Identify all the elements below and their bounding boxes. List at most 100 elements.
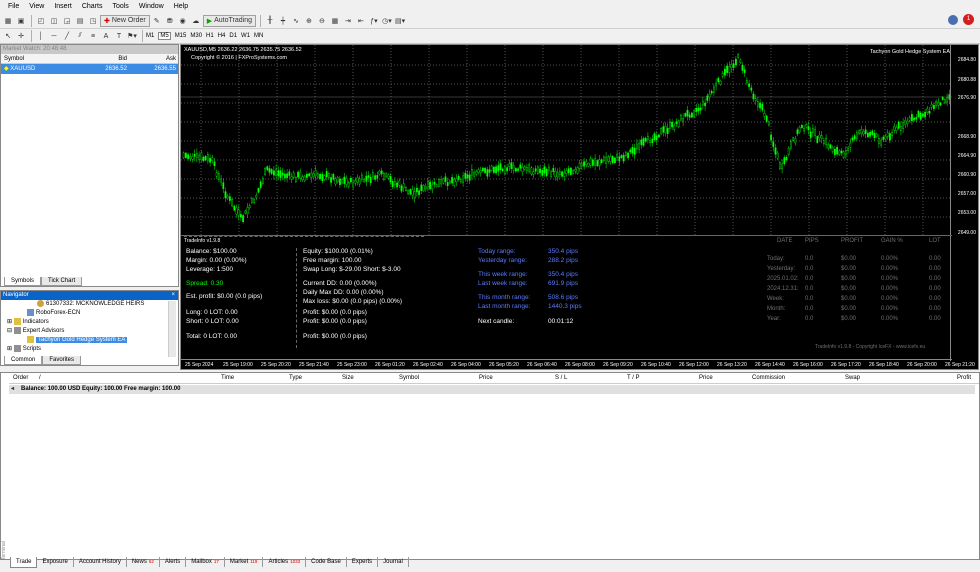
navigator-icon[interactable]: ◲ — [61, 15, 73, 27]
label-icon[interactable]: T — [113, 30, 125, 42]
col-ask[interactable]: Ask — [129, 54, 178, 63]
tab-mailbox[interactable]: Mailbox 17 — [186, 557, 225, 567]
tab-common[interactable]: Common — [4, 356, 43, 365]
menu-window[interactable]: Window — [139, 3, 164, 10]
candle — [231, 199, 234, 207]
tab-favorites[interactable]: Favorites — [42, 356, 82, 365]
nav-server[interactable]: RoboForex-ECN — [1, 309, 178, 318]
col-profit[interactable]: Profit — [957, 373, 971, 384]
chart-shift-icon[interactable]: ⇤ — [355, 15, 367, 27]
zoom-out-icon[interactable]: ⊖ — [316, 15, 328, 27]
tab-journal[interactable]: Journal — [378, 557, 409, 567]
chart-window[interactable]: XAUUSD,M5 2636.22 2636.75 2635.75 2636.5… — [180, 44, 979, 370]
zoom-in-icon[interactable]: ⊕ — [303, 15, 315, 27]
crosshair-icon[interactable]: ✛ — [15, 30, 27, 42]
navigator-scrollbar[interactable] — [168, 301, 176, 357]
candle — [204, 156, 207, 161]
channel-icon[interactable]: ⫽ — [74, 30, 86, 42]
vps-icon[interactable]: ☁ — [190, 15, 202, 27]
col-symbol[interactable]: Symbol — [1, 54, 81, 63]
col-type[interactable]: Type — [289, 373, 302, 384]
terminal-icon[interactable]: ▤ — [74, 15, 86, 27]
close-icon[interactable]: × — [171, 291, 178, 300]
new-order-button[interactable]: ✚ New Order — [100, 14, 150, 27]
candlestick-chart[interactable] — [181, 45, 952, 235]
tf-d1[interactable]: D1 — [229, 33, 237, 39]
nav-scripts[interactable]: ⊞ Scripts — [1, 345, 178, 354]
data-window-icon[interactable]: ◫ — [48, 15, 60, 27]
cursor-icon[interactable]: ↖ — [2, 30, 14, 42]
tab-trade[interactable]: Trade — [10, 556, 38, 568]
line-chart-icon[interactable]: ∿ — [290, 15, 302, 27]
metaeditor-icon[interactable]: ✎ — [151, 15, 163, 27]
periods-icon[interactable]: ◷▾ — [381, 15, 393, 27]
tab-tick-chart[interactable]: Tick Chart — [41, 277, 83, 286]
col-sort[interactable]: / — [39, 373, 41, 384]
tf-m15[interactable]: M15 — [175, 33, 187, 39]
col-symbol[interactable]: Symbol — [399, 373, 419, 384]
nav-ea-item[interactable]: Tachyon Gold Hedge System EA — [1, 336, 178, 345]
tab-symbols[interactable]: Symbols — [4, 277, 42, 286]
tf-h1[interactable]: H1 — [206, 33, 214, 39]
candlestick-icon[interactable]: ┿ — [277, 15, 289, 27]
time-scale[interactable]: 25 Sep 2024 25 Sep 19:00 25 Sep 20:20 25 Se… — [181, 359, 975, 369]
tf-mn[interactable]: MN — [254, 33, 263, 39]
tf-m5[interactable]: M5 — [158, 32, 171, 40]
tile-icon[interactable]: ▦ — [329, 15, 341, 27]
col-swap[interactable]: Swap — [845, 373, 860, 384]
col-price2[interactable]: Price — [699, 373, 713, 384]
menu-file[interactable]: File — [8, 3, 19, 10]
time-label: 26 Sep 09:20 — [603, 362, 633, 368]
vertical-line-icon[interactable]: │ — [35, 30, 47, 42]
candle — [761, 103, 764, 111]
signals-icon[interactable]: ◉ — [177, 15, 189, 27]
autoscroll-icon[interactable]: ⇥ — [342, 15, 354, 27]
tester-icon[interactable]: ◳ — [87, 15, 99, 27]
tab-exposure[interactable]: Exposure — [37, 557, 74, 567]
menu-view[interactable]: View — [29, 3, 44, 10]
candle — [308, 173, 311, 177]
price-scale[interactable]: 2684.80 2680.88 2676.90 2668.90 2664.90 2660.… — [950, 45, 978, 361]
menu-tools[interactable]: Tools — [112, 3, 128, 10]
text-icon[interactable]: A — [100, 30, 112, 42]
nav-account[interactable]: 61307332: MCKNOWLEDGE HEIRS — [1, 300, 178, 309]
bar-chart-icon[interactable]: ╫ — [264, 15, 276, 27]
market-icon[interactable]: ⛃ — [164, 15, 176, 27]
tf-m30[interactable]: M30 — [190, 33, 202, 39]
balance-row[interactable]: ◂ Balance: 100.00 USD Equity: 100.00 Free… — [9, 385, 975, 394]
tf-w1[interactable]: W1 — [241, 33, 250, 39]
col-price[interactable]: Price — [479, 373, 493, 384]
col-commission[interactable]: Commission — [752, 373, 785, 384]
nav-expert-advisors[interactable]: ⊟ Expert Advisors — [1, 327, 178, 336]
col-tp[interactable]: T / P — [627, 373, 640, 384]
fibonacci-icon[interactable]: ≡ — [87, 30, 99, 42]
indicators-icon[interactable]: ƒ▾ — [368, 15, 380, 27]
tab-account-history[interactable]: Account History — [74, 557, 127, 567]
menu-insert[interactable]: Insert — [54, 3, 72, 10]
nav-indicators[interactable]: ⊞ Indicators — [1, 318, 178, 327]
tab-articles[interactable]: Articles 1033 — [263, 557, 307, 567]
templates-icon[interactable]: ▤▾ — [394, 15, 406, 27]
market-watch-icon[interactable]: ◰ — [35, 15, 47, 27]
tab-experts[interactable]: Experts — [347, 557, 379, 567]
col-bid[interactable]: Bid — [81, 54, 129, 63]
tf-m1[interactable]: M1 — [146, 33, 154, 39]
menu-help[interactable]: Help — [174, 3, 188, 10]
col-size[interactable]: Size — [342, 373, 354, 384]
tf-h4[interactable]: H4 — [218, 33, 226, 39]
tab-alerts[interactable]: Alerts — [160, 557, 187, 567]
profiles-icon[interactable]: ▣ — [15, 15, 27, 27]
new-chart-icon[interactable]: ▦ — [2, 15, 14, 27]
tab-code-base[interactable]: Code Base — [306, 557, 347, 567]
menu-charts[interactable]: Charts — [82, 3, 103, 10]
autotrading-button[interactable]: ▶ AutoTrading — [202, 14, 256, 27]
market-watch-row[interactable]: ◆ XAUUSD 2636.52 2636.55 — [1, 64, 178, 74]
trendline-icon[interactable]: ╱ — [61, 30, 73, 42]
col-sl[interactable]: S / L — [555, 373, 567, 384]
col-order[interactable]: Order — [13, 373, 28, 384]
col-time[interactable]: Time — [221, 373, 234, 384]
horizontal-line-icon[interactable]: ─ — [48, 30, 60, 42]
tab-news[interactable]: News 62 — [127, 557, 160, 567]
arrows-icon[interactable]: ⚑▾ — [126, 30, 138, 42]
tab-market[interactable]: Market 119 — [225, 557, 264, 567]
